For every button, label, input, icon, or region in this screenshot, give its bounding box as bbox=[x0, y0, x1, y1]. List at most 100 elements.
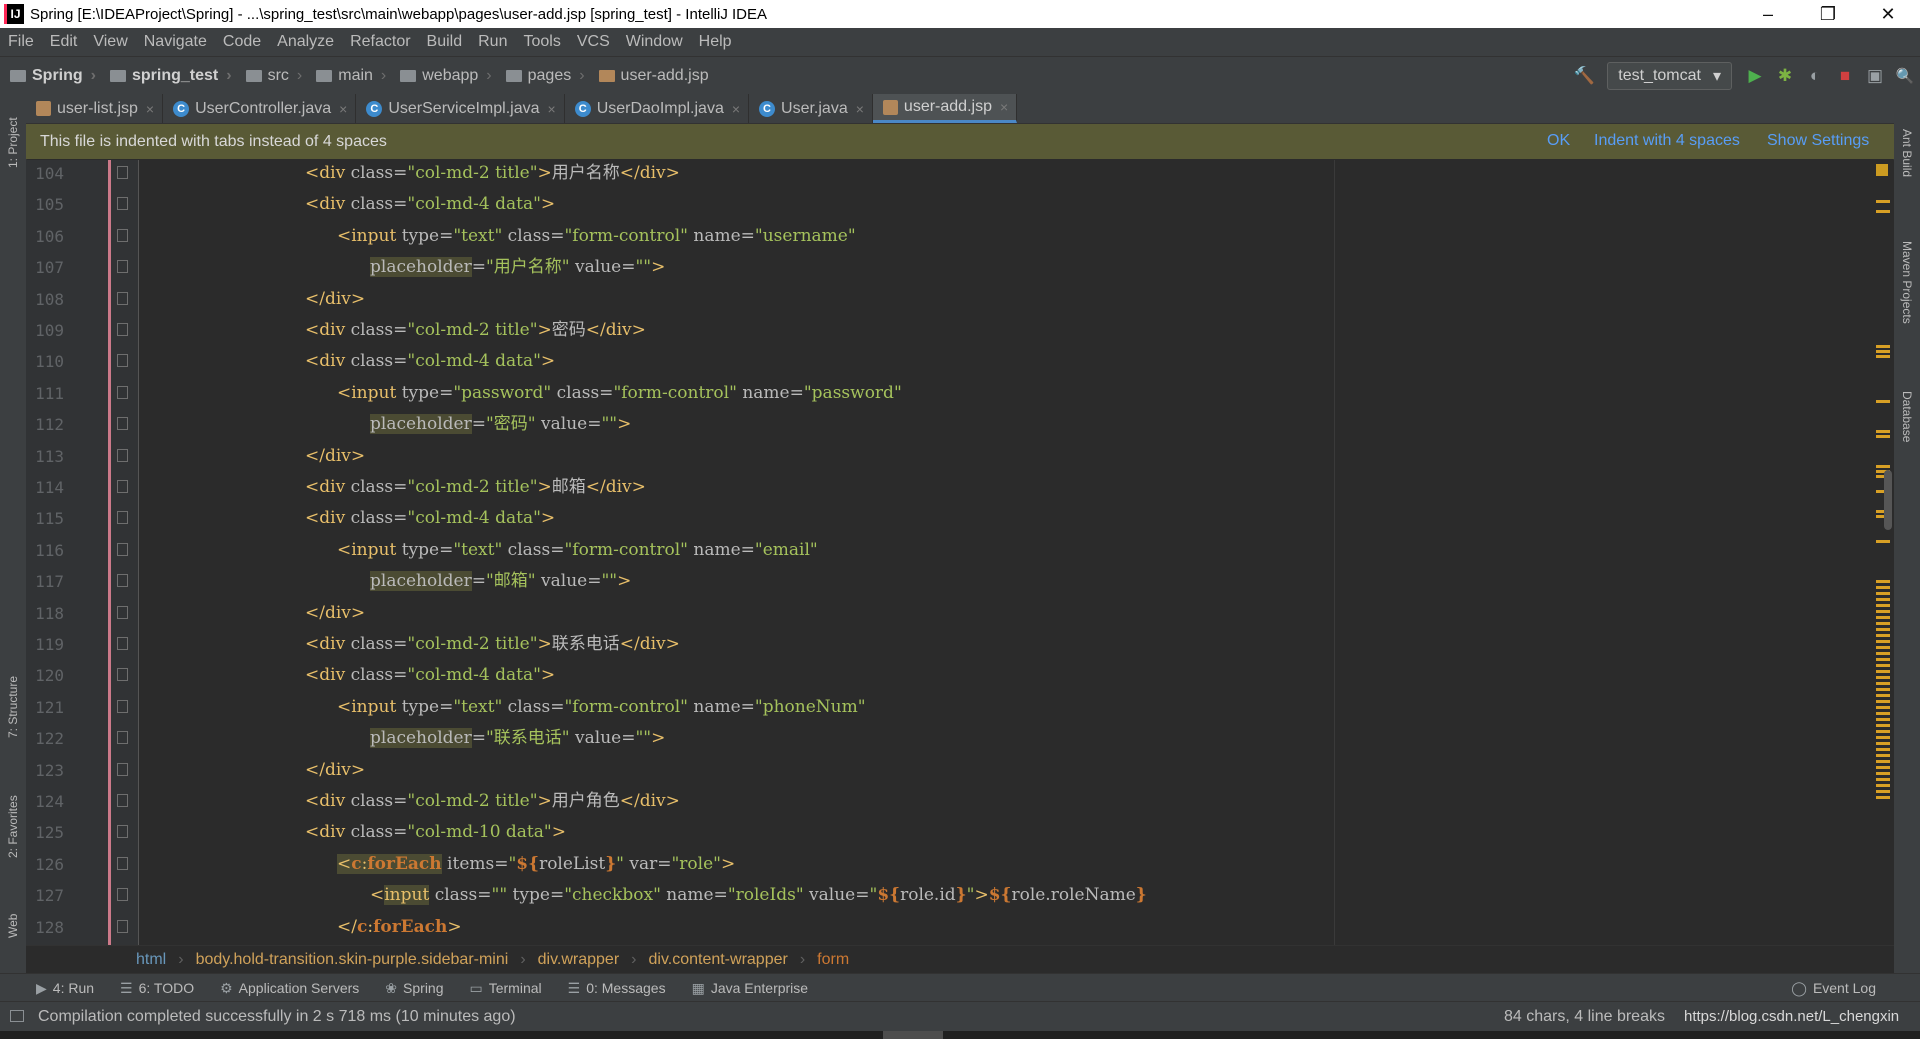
warning-stripe-mark[interactable] bbox=[1876, 540, 1890, 543]
menu-code[interactable]: Code bbox=[215, 33, 269, 51]
warning-stripe-mark[interactable] bbox=[1876, 784, 1890, 787]
fold-marker-icon[interactable] bbox=[117, 385, 128, 399]
menu-navigate[interactable]: Navigate bbox=[136, 33, 215, 51]
fold-marker-icon[interactable] bbox=[117, 260, 128, 274]
warning-stripe-mark[interactable] bbox=[1876, 694, 1890, 697]
search-icon[interactable]: 🔍 bbox=[1890, 61, 1920, 91]
fold-marker-icon[interactable] bbox=[117, 323, 128, 336]
close-tab-icon[interactable]: × bbox=[548, 101, 556, 117]
warning-stripe-mark[interactable] bbox=[1876, 796, 1890, 799]
menu-tools[interactable]: Tools bbox=[515, 33, 568, 51]
fold-marker-icon[interactable] bbox=[117, 825, 128, 839]
html-breadcrumb-item[interactable]: form bbox=[811, 951, 855, 969]
warning-stripe-mark[interactable] bbox=[1876, 435, 1890, 438]
fold-marker-icon[interactable] bbox=[117, 228, 128, 242]
breadcrumb-item[interactable]: src › bbox=[236, 67, 307, 85]
close-tab-icon[interactable]: × bbox=[732, 101, 740, 117]
fold-marker-icon[interactable] bbox=[117, 448, 128, 462]
warning-stripe-mark[interactable] bbox=[1876, 742, 1890, 745]
warning-stripe-mark[interactable] bbox=[1876, 640, 1890, 643]
code-editor[interactable]: 104 <div class="col-md-2 title">用户名称</div… bbox=[26, 160, 1894, 945]
menu-run[interactable]: Run bbox=[470, 33, 515, 51]
warning-stripe-mark[interactable] bbox=[1876, 355, 1890, 358]
fold-marker-icon[interactable] bbox=[117, 511, 128, 525]
maximize-button[interactable]: ❐ bbox=[1800, 0, 1856, 28]
menu-edit[interactable]: Edit bbox=[42, 33, 86, 51]
fold-marker-icon[interactable] bbox=[117, 291, 128, 305]
warning-stripe-mark[interactable] bbox=[1876, 210, 1890, 213]
fold-marker-icon[interactable] bbox=[117, 166, 128, 179]
warning-stripe-mark[interactable] bbox=[1876, 700, 1890, 703]
warning-stripe-mark[interactable] bbox=[1876, 682, 1890, 685]
minimize-button[interactable]: – bbox=[1740, 0, 1796, 28]
warning-stripe-mark[interactable] bbox=[1876, 646, 1890, 649]
error-stripe[interactable] bbox=[1874, 160, 1890, 945]
maven-projects-panel-tab[interactable]: Maven Projects bbox=[1900, 241, 1914, 324]
warning-stripe-mark[interactable] bbox=[1876, 670, 1890, 673]
editor-tab[interactable]: C UserDaoImpl.java × bbox=[565, 94, 750, 123]
fold-marker-icon[interactable] bbox=[117, 762, 128, 776]
project-structure-icon[interactable]: ▣ bbox=[1860, 61, 1890, 91]
project-panel-tab[interactable]: 1: Project bbox=[6, 117, 20, 168]
menu-refactor[interactable]: Refactor bbox=[342, 33, 418, 51]
warning-stripe-mark[interactable] bbox=[1876, 465, 1890, 468]
notice-ok-link[interactable]: OK bbox=[1547, 132, 1570, 150]
warning-stripe-mark[interactable] bbox=[1876, 592, 1890, 595]
fold-marker-icon[interactable] bbox=[117, 637, 128, 650]
fold-marker-icon[interactable] bbox=[117, 417, 128, 431]
fold-marker-icon[interactable] bbox=[117, 919, 128, 933]
breadcrumb-item[interactable]: Spring › bbox=[0, 67, 100, 85]
warning-stripe-mark[interactable] bbox=[1876, 350, 1890, 353]
warning-stripe-mark[interactable] bbox=[1876, 760, 1890, 763]
tool-window-button[interactable]: ▶ 4: Run bbox=[24, 980, 108, 997]
fold-marker-icon[interactable] bbox=[117, 668, 128, 682]
status-toggle-icon[interactable] bbox=[10, 1010, 24, 1022]
warning-stripe-mark[interactable] bbox=[1876, 778, 1890, 781]
breadcrumb-item[interactable]: main › bbox=[306, 67, 390, 85]
fold-marker-icon[interactable] bbox=[117, 699, 128, 713]
warning-stripe-mark[interactable] bbox=[1876, 652, 1890, 655]
warning-stripe-mark[interactable] bbox=[1876, 736, 1890, 739]
tool-window-button[interactable]: ▦ Java Enterprise bbox=[680, 980, 823, 997]
tool-window-button[interactable]: ☰ 6: TODO bbox=[108, 980, 208, 997]
web-panel-tab[interactable]: Web bbox=[6, 914, 20, 938]
close-window-button[interactable]: ✕ bbox=[1860, 0, 1916, 28]
menu-help[interactable]: Help bbox=[691, 33, 740, 51]
fold-marker-icon[interactable] bbox=[117, 480, 128, 493]
close-tab-icon[interactable]: × bbox=[146, 101, 154, 117]
fold-marker-icon[interactable] bbox=[117, 794, 128, 807]
editor-tab[interactable]: user-list.jsp × bbox=[26, 94, 164, 123]
tool-window-button[interactable]: ⚙ Application Servers bbox=[208, 980, 373, 997]
menu-analyze[interactable]: Analyze bbox=[269, 33, 342, 51]
fold-marker-icon[interactable] bbox=[117, 856, 128, 870]
run-icon[interactable]: ▶ bbox=[1740, 61, 1770, 91]
run-configuration-select[interactable]: test_tomcat ▾ bbox=[1607, 61, 1732, 90]
structure-panel-tab[interactable]: 7: Structure bbox=[6, 676, 20, 738]
build-icon[interactable]: 🔨 bbox=[1569, 61, 1599, 91]
menu-vcs[interactable]: VCS bbox=[569, 33, 618, 51]
show-settings-link[interactable]: Show Settings bbox=[1767, 132, 1869, 150]
tool-window-button[interactable]: ❀ Spring bbox=[373, 980, 457, 997]
warning-stripe-mark[interactable] bbox=[1876, 430, 1890, 433]
warning-stripe-mark[interactable] bbox=[1876, 730, 1890, 733]
warning-stripe-mark[interactable] bbox=[1876, 586, 1890, 589]
editor-tab[interactable]: C UserServiceImpl.java × bbox=[356, 94, 565, 123]
warning-stripe-mark[interactable] bbox=[1876, 345, 1890, 348]
close-tab-icon[interactable]: × bbox=[856, 101, 864, 117]
html-breadcrumb-item[interactable]: body.hold-transition.skin-purple.sidebar… bbox=[190, 951, 515, 969]
breadcrumb-item[interactable]: webapp › bbox=[390, 67, 495, 85]
warning-stripe-mark[interactable] bbox=[1876, 664, 1890, 667]
warning-stripe-mark[interactable] bbox=[1876, 688, 1890, 691]
editor-tab[interactable]: C User.java × bbox=[749, 94, 873, 123]
warning-stripe-mark[interactable] bbox=[1876, 706, 1890, 709]
warning-stripe-mark[interactable] bbox=[1876, 658, 1890, 661]
warning-stripe-mark[interactable] bbox=[1876, 790, 1890, 793]
editor-tab[interactable]: C UserController.java × bbox=[163, 94, 357, 123]
menu-view[interactable]: View bbox=[85, 33, 135, 51]
editor-tab[interactable]: user-add.jsp × bbox=[872, 94, 1018, 123]
warning-stripe-mark[interactable] bbox=[1876, 628, 1890, 631]
html-breadcrumb-item[interactable]: div.wrapper bbox=[532, 951, 626, 969]
warning-stripe-mark[interactable] bbox=[1876, 598, 1890, 601]
warning-stripe-mark[interactable] bbox=[1876, 718, 1890, 721]
debug-icon[interactable]: ✱ bbox=[1770, 61, 1800, 91]
